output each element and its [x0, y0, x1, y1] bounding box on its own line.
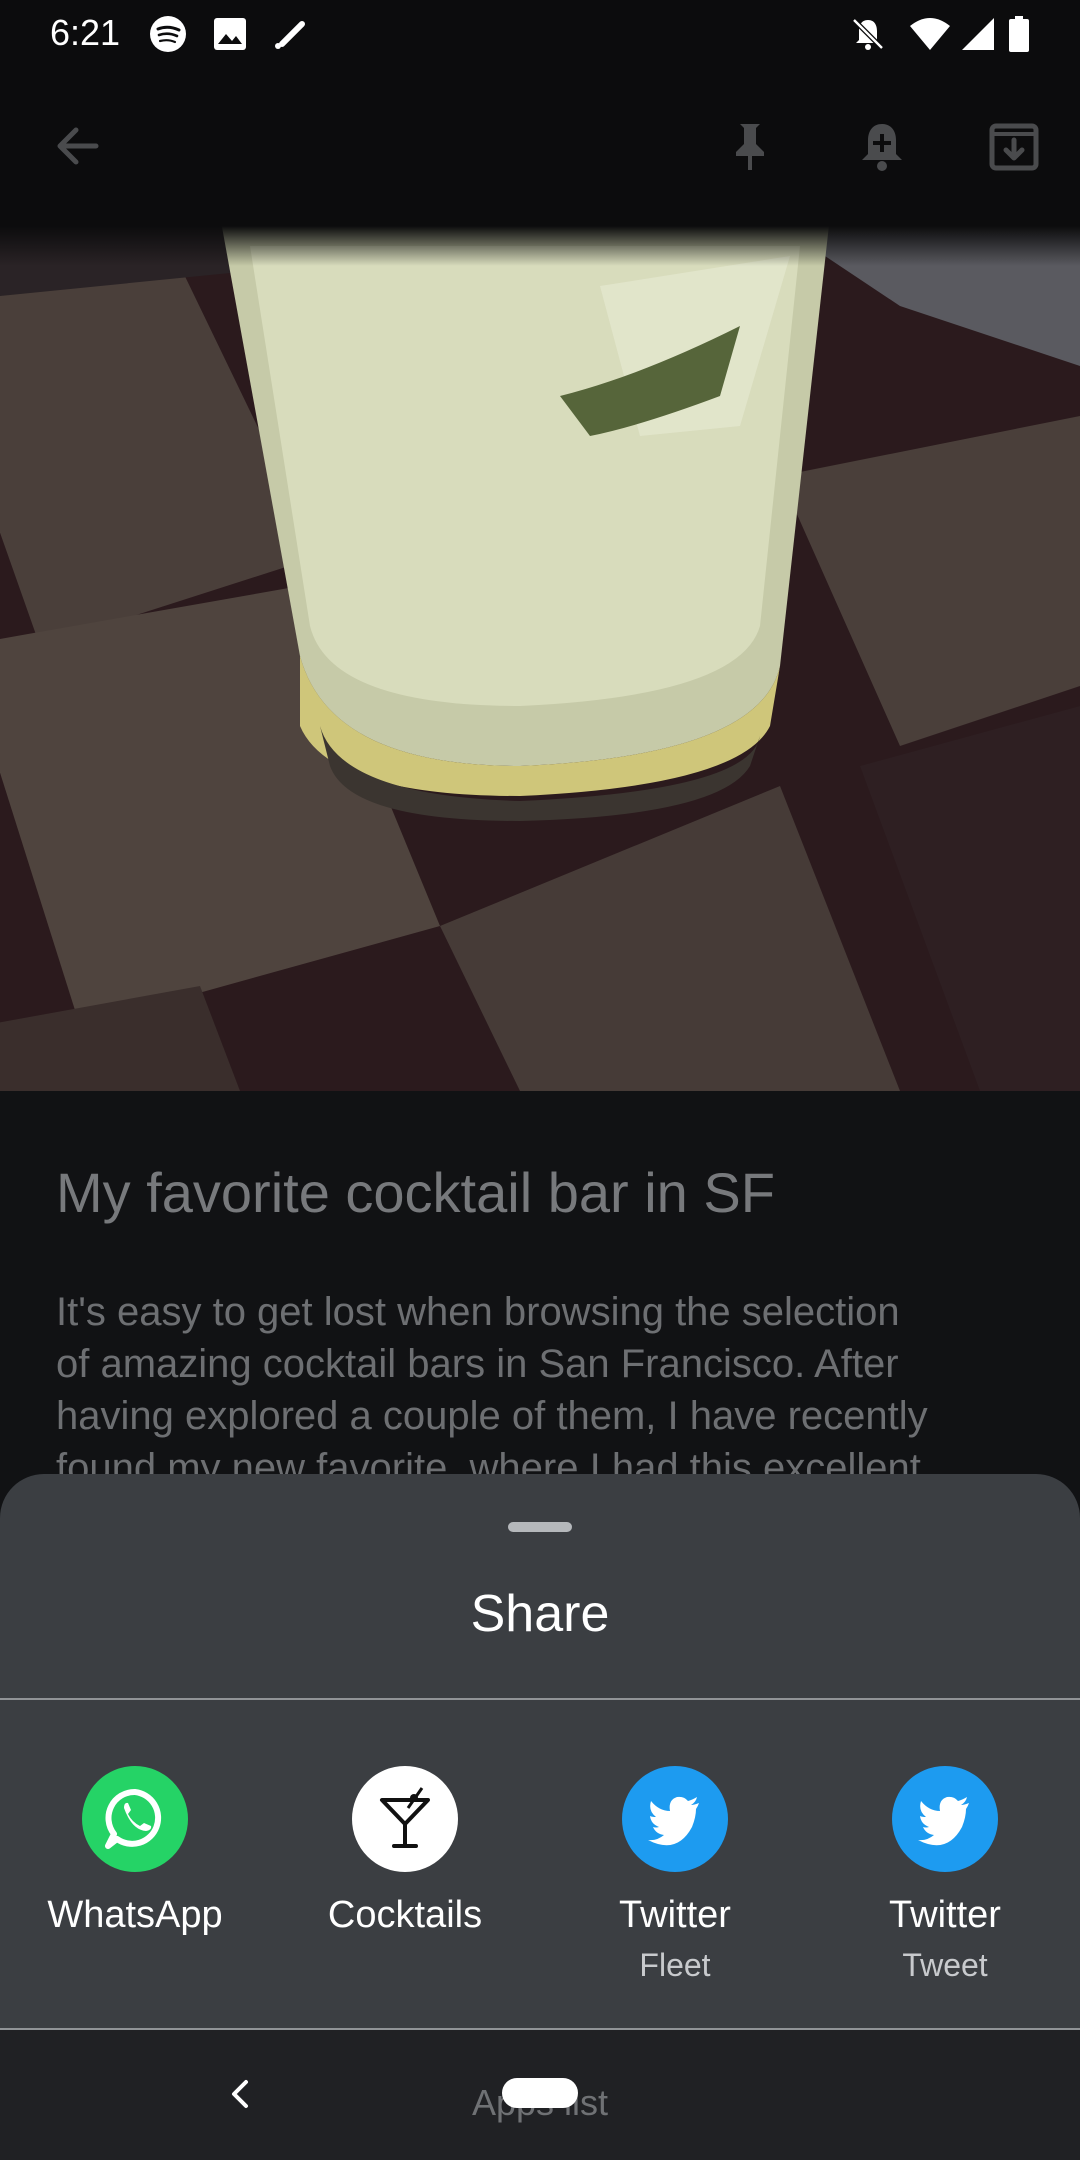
note-image[interactable] [0, 226, 1080, 1091]
battery-icon [1009, 16, 1029, 52]
note-toolbar [0, 66, 1080, 226]
status-time: 6:21 [50, 12, 121, 53]
cell-signal-icon [962, 18, 994, 50]
share-target-label: WhatsApp [47, 1894, 223, 1936]
note-body[interactable]: It's easy to get lost when browsing the … [56, 1286, 1036, 1494]
twitter-icon [892, 1766, 998, 1872]
share-target-cocktails[interactable]: Cocktails [270, 1766, 540, 1937]
home-pill[interactable] [502, 2078, 578, 2108]
share-target-label: Cocktails [327, 1894, 483, 1936]
whatsapp-icon [82, 1766, 188, 1872]
note-body-line: It's easy to get lost when browsing the … [56, 1290, 900, 1334]
sheet-drag-handle[interactable] [508, 1522, 572, 1532]
navigation-bar: Apps list [0, 2030, 1080, 2160]
pin-icon[interactable] [720, 116, 780, 176]
share-target-label: Twitter [619, 1894, 731, 1936]
share-sheet-title: Share [470, 1585, 610, 1643]
image-top-fade [0, 226, 1080, 266]
archive-icon[interactable] [984, 116, 1044, 176]
share-sheet: Share WhatsApp Cocktails Twitter Fleet T… [0, 1474, 1080, 2030]
note-title[interactable]: My favorite cocktail bar in SF [56, 1160, 775, 1225]
cocktail-photo [0, 226, 1080, 1091]
share-target-sublabel: Tweet [902, 1947, 988, 1983]
notifications-off-icon [852, 18, 884, 50]
share-target-whatsapp[interactable]: WhatsApp [0, 1766, 270, 1937]
status-bar: 6:21 [0, 0, 1080, 66]
back-arrow-icon[interactable] [48, 116, 108, 176]
divider [0, 1698, 1080, 1700]
image-icon [214, 18, 246, 50]
edit-icon [275, 21, 305, 49]
twitter-icon [622, 1766, 728, 1872]
share-target-sublabel: Fleet [639, 1947, 711, 1983]
share-target-label: Twitter [889, 1894, 1001, 1936]
note-body-line: of amazing cocktail bars in San Francisc… [56, 1342, 899, 1386]
share-target-twitter-tweet[interactable]: Twitter Tweet [810, 1766, 1080, 1984]
note-body-line: having explored a couple of them, I have… [56, 1394, 928, 1438]
share-target-twitter-fleet[interactable]: Twitter Fleet [540, 1766, 810, 1984]
add-reminder-icon[interactable] [852, 116, 912, 176]
cocktail-glass-icon [352, 1766, 458, 1872]
spotify-icon [150, 16, 186, 52]
wifi-icon [910, 18, 950, 50]
